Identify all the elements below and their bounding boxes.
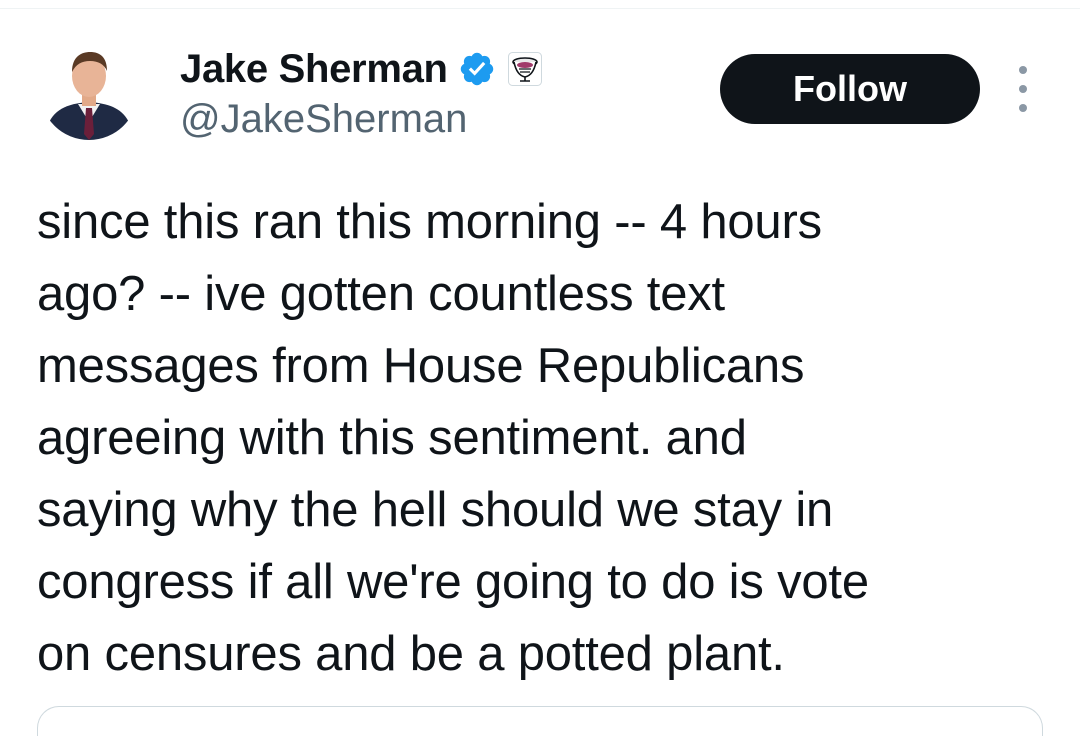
verified-badge-icon[interactable] — [458, 50, 496, 88]
tweet-text-line: saying why the hell should we stay in — [37, 483, 834, 537]
tweet-text: since this ran this morning -- 4 hours a… — [37, 186, 1047, 690]
more-dot — [1019, 85, 1027, 93]
more-options-icon[interactable] — [1010, 66, 1036, 112]
quoted-tweet-card[interactable] — [37, 706, 1043, 736]
tweet-text-line: on censures and be a potted plant. — [37, 627, 785, 681]
author-handle[interactable]: @JakeSherman — [180, 97, 467, 142]
tweet-text-line: since this ran this morning -- 4 hours — [37, 195, 822, 249]
affiliate-badge-icon[interactable] — [507, 52, 542, 86]
tweet-text-line: messages from House Republicans — [37, 339, 805, 393]
tweet-text-line: ago? -- ive gotten countless text — [37, 267, 725, 321]
follow-button[interactable]: Follow — [720, 54, 980, 124]
author-name-row: Jake Sherman — [180, 44, 542, 94]
more-dot — [1019, 104, 1027, 112]
avatar[interactable] — [40, 42, 138, 140]
tweet-card: Jake Sherman @JakeSherman Follow since t… — [0, 0, 1080, 736]
more-dot — [1019, 66, 1027, 74]
tweet-text-line: congress if all we're going to do is vot… — [37, 555, 869, 609]
author-display-name[interactable]: Jake Sherman — [180, 47, 448, 92]
tweet-text-line: agreeing with this sentiment. and — [37, 411, 747, 465]
